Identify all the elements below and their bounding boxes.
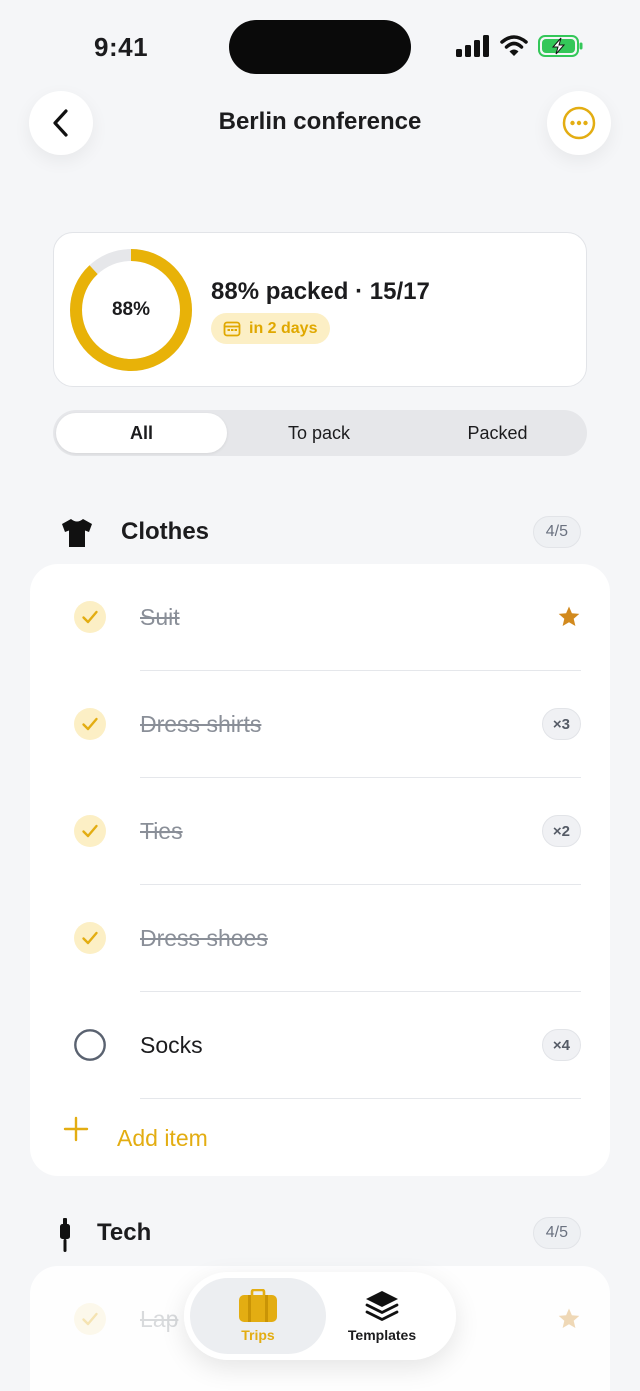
list-item[interactable]: Dress shoes — [30, 885, 610, 992]
cellular-signal-icon — [456, 35, 489, 57]
section-title: Clothes — [121, 518, 210, 545]
list-item[interactable]: Suit — [30, 564, 610, 671]
tab-trips-label: Trips — [241, 1327, 275, 1343]
tshirt-icon — [62, 519, 92, 547]
calendar-icon — [223, 321, 241, 336]
tab-trips[interactable]: Trips — [190, 1278, 326, 1354]
dynamic-island — [229, 20, 411, 74]
item-label: Dress shirts — [140, 711, 262, 737]
checked-circle-icon[interactable] — [74, 1303, 106, 1335]
section-count-badge: 4/5 — [532, 1217, 581, 1249]
unchecked-circle-icon[interactable] — [74, 1029, 106, 1061]
section-count-badge: 4/5 — [532, 516, 581, 548]
list-item[interactable]: Ties ×2 — [30, 778, 610, 885]
status-time: 9:41 — [94, 32, 149, 62]
quantity-badge: ×4 — [541, 1029, 581, 1061]
bottom-tab-bar: Trips Templates — [184, 1272, 456, 1360]
star-icon[interactable] — [557, 1307, 581, 1331]
quantity-badge: ×3 — [541, 708, 581, 740]
filter-tab-packed[interactable]: Packed — [411, 413, 584, 453]
progress-card: 88% 88% packed · 15/17 in 2 days — [53, 232, 587, 387]
list-item[interactable]: Socks ×4 — [30, 992, 610, 1099]
section-title: Tech — [97, 1219, 152, 1246]
progress-heading: 88% packed · 15/17 — [211, 278, 430, 305]
filter-segmented-control: All To pack Packed — [53, 410, 587, 456]
item-label: Ties — [140, 818, 183, 844]
list-item[interactable]: Dress shirts ×3 — [30, 671, 610, 778]
clothes-items-card: Suit Dress shirts ×3 Ties ×2 Dress shoes… — [30, 564, 610, 1176]
checked-circle-icon[interactable] — [74, 815, 106, 847]
quantity-badge: ×2 — [541, 815, 581, 847]
checked-circle-icon[interactable] — [74, 922, 106, 954]
page-title: Berlin conference — [218, 108, 422, 135]
plus-icon — [63, 1116, 89, 1142]
filter-tab-to-pack[interactable]: To pack — [233, 413, 405, 453]
item-label: Suit — [140, 604, 180, 630]
ellipsis-circle-icon — [562, 106, 596, 140]
cable-icon — [60, 1218, 70, 1252]
status-icons — [456, 34, 584, 58]
add-item-button[interactable]: Add item — [30, 1099, 610, 1169]
checked-circle-icon[interactable] — [74, 601, 106, 633]
checked-circle-icon[interactable] — [74, 708, 106, 740]
battery-charging-icon — [538, 35, 583, 57]
more-options-button[interactable] — [547, 91, 611, 155]
section-header-tech[interactable]: Tech 4/5 — [0, 1214, 640, 1254]
filter-tab-all[interactable]: All — [56, 413, 227, 453]
suitcase-icon — [239, 1289, 277, 1322]
tab-templates[interactable]: Templates — [314, 1278, 450, 1354]
due-date-label: in 2 days — [249, 319, 318, 337]
add-item-label: Add item — [117, 1125, 208, 1151]
item-label: Lap — [140, 1306, 179, 1332]
star-icon[interactable] — [557, 605, 581, 629]
wifi-icon — [500, 35, 528, 56]
section-header-clothes[interactable]: Clothes 4/5 — [0, 513, 640, 553]
item-label: Dress shoes — [140, 925, 268, 951]
layers-icon — [365, 1291, 399, 1321]
screen: 9:41 Berlin conference 88% 88% packed · … — [0, 0, 640, 1391]
tab-templates-label: Templates — [347, 1327, 417, 1343]
due-date-badge: in 2 days — [211, 313, 331, 344]
progress-percent-label: 88% — [111, 299, 151, 320]
item-label: Socks — [140, 1032, 203, 1058]
